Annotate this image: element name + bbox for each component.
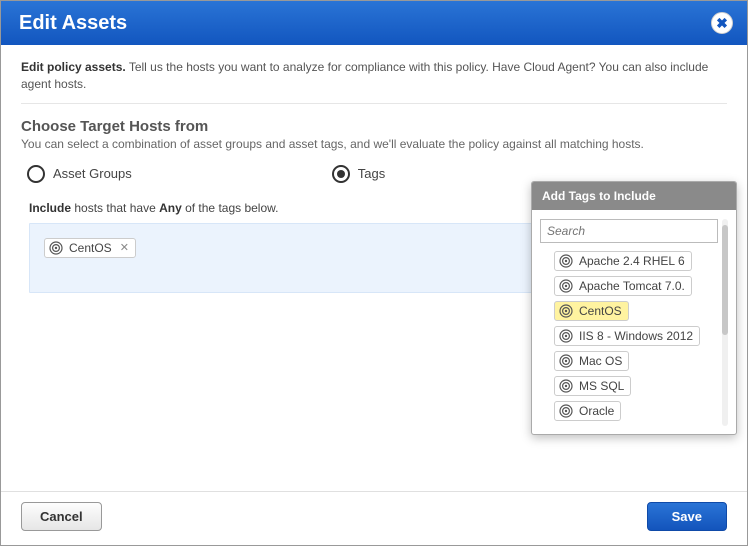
radio-asset-groups[interactable]: Asset Groups [27, 165, 132, 183]
radio-icon [332, 165, 350, 183]
tag-option[interactable]: Mac OS [554, 351, 629, 371]
tag-option-label: CentOS [579, 304, 622, 318]
dialog-title: Edit Assets [19, 12, 127, 35]
tag-option[interactable]: Oracle [554, 401, 621, 421]
bullseye-icon [559, 354, 573, 368]
bullseye-icon [559, 304, 573, 318]
include-mid: hosts that have [71, 201, 159, 215]
include-prefix: Include [29, 201, 71, 215]
tag-option-label: Apache Tomcat 7.0. [579, 279, 685, 293]
bullseye-icon [559, 329, 573, 343]
bullseye-icon [559, 254, 573, 268]
include-suffix: of the tags below. [182, 201, 279, 215]
intro-lead: Edit policy assets. [21, 60, 126, 74]
include-text: Include hosts that have Any of the tags … [29, 201, 278, 215]
tag-option[interactable]: MS SQL [554, 376, 631, 396]
tag-option-label: IIS 8 - Windows 2012 [579, 329, 693, 343]
bullseye-icon [559, 404, 573, 418]
include-any: Any [159, 201, 182, 215]
dialog-titlebar: Edit Assets ✖ [1, 1, 747, 45]
cancel-button[interactable]: Cancel [21, 502, 102, 531]
tag-option-label: Apache 2.4 RHEL 6 [579, 254, 685, 268]
popover-scrollbar[interactable] [722, 219, 728, 426]
save-button[interactable]: Save [647, 502, 727, 531]
tag-option-label: MS SQL [579, 379, 624, 393]
close-icon: ✖ [716, 15, 728, 32]
intro-text: Edit policy assets. Tell us the hosts yo… [21, 59, 727, 104]
tag-option[interactable]: Apache Tomcat 7.0. [554, 276, 692, 296]
close-button[interactable]: ✖ [711, 12, 733, 34]
tag-option-label: Oracle [579, 404, 614, 418]
tag-option[interactable]: CentOS [554, 301, 629, 321]
radio-icon [27, 165, 45, 183]
bullseye-icon [559, 279, 573, 293]
section-subtitle: You can select a combination of asset gr… [21, 137, 727, 151]
popover-title: Add Tags to Include [532, 182, 736, 210]
remove-tag-icon[interactable]: ✕ [120, 241, 129, 254]
tag-option[interactable]: Apache 2.4 RHEL 6 [554, 251, 692, 271]
tag-option[interactable]: IIS 8 - Windows 2012 [554, 326, 700, 346]
radio-tags[interactable]: Tags [332, 165, 385, 183]
add-tags-popover: Add Tags to Include Apache 2.4 RHEL 6Apa… [531, 181, 737, 435]
dialog-footer: Cancel Save [1, 491, 747, 545]
target-radio-group: Asset Groups Tags [21, 165, 727, 183]
tag-search-input[interactable] [540, 219, 718, 243]
radio-tags-label: Tags [358, 166, 385, 181]
tag-option-list: Apache 2.4 RHEL 6 Apache Tomcat 7.0. CentO… [540, 251, 718, 421]
tag-chip-label: CentOS [69, 241, 112, 255]
section-title: Choose Target Hosts from [21, 118, 727, 135]
scrollbar-thumb[interactable] [722, 225, 728, 335]
tag-chip-centos[interactable]: CentOS ✕ [44, 238, 136, 258]
bullseye-icon [559, 379, 573, 393]
bullseye-icon [49, 241, 63, 255]
tag-option-label: Mac OS [579, 354, 622, 368]
radio-asset-groups-label: Asset Groups [53, 166, 132, 181]
